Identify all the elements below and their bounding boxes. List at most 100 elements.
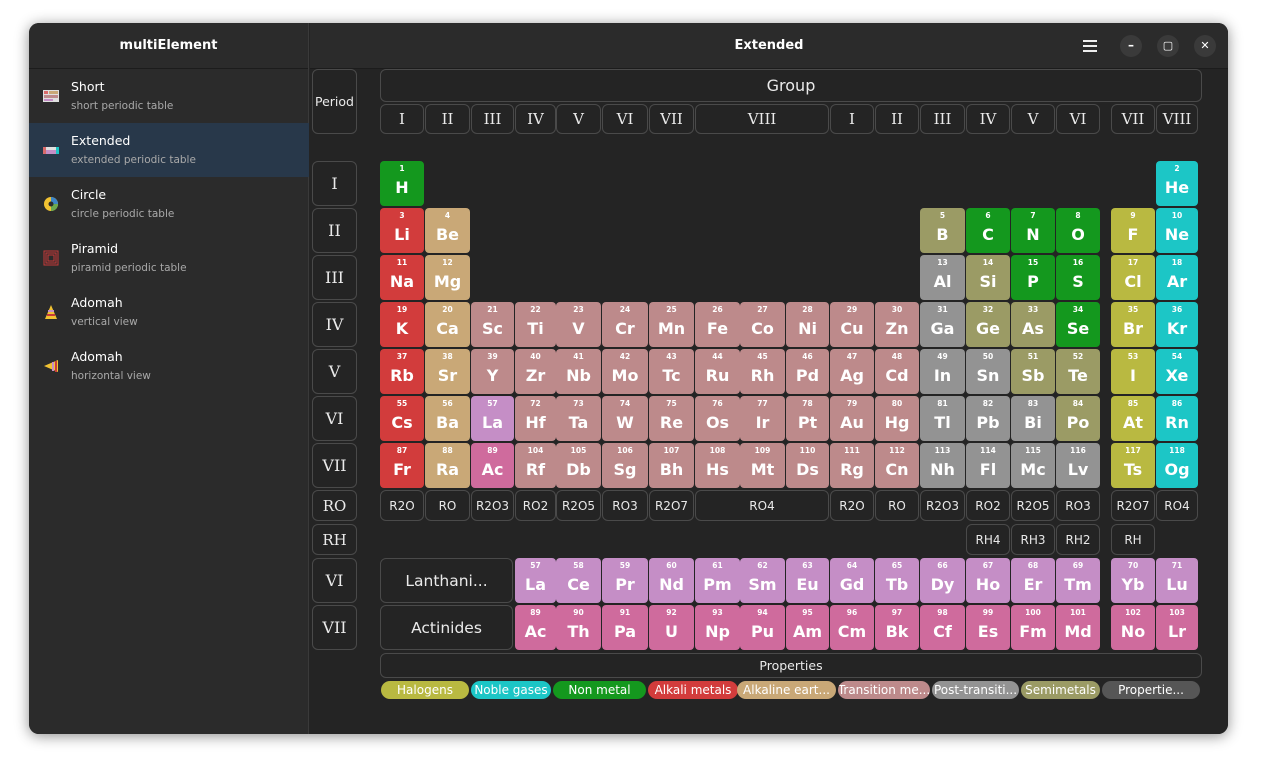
element-dy[interactable]: 66 Dy — [920, 558, 965, 603]
element-te[interactable]: 52 Te — [1056, 349, 1100, 394]
element-mt[interactable]: 109 Mt — [740, 443, 785, 488]
sidebar-item-piramid[interactable]: Piramid piramid periodic table — [29, 231, 309, 285]
element-rb[interactable]: 37 Rb — [380, 349, 424, 394]
element-sn[interactable]: 50 Sn — [966, 349, 1010, 394]
element-ne[interactable]: 10 Ne — [1156, 208, 1198, 253]
oxide-formula[interactable]: R2O — [380, 490, 424, 521]
element-sc[interactable]: 21 Sc — [471, 302, 514, 347]
element-ar[interactable]: 18 Ar — [1156, 255, 1198, 300]
element-br[interactable]: 35 Br — [1111, 302, 1155, 347]
hydride-formula[interactable]: RH — [1111, 524, 1155, 555]
element-cn[interactable]: 112 Cn — [875, 443, 919, 488]
oxide-formula[interactable]: RO4 — [695, 490, 829, 521]
element-pr[interactable]: 59 Pr — [602, 558, 648, 603]
element-ge[interactable]: 32 Ge — [966, 302, 1010, 347]
element-eu[interactable]: 63 Eu — [786, 558, 829, 603]
element-rg[interactable]: 111 Rg — [830, 443, 874, 488]
element-cm[interactable]: 96 Cm — [830, 605, 874, 650]
oxide-formula[interactable]: RO3 — [1056, 490, 1100, 521]
element-nd[interactable]: 60 Nd — [649, 558, 694, 603]
hydride-formula[interactable]: RH2 — [1056, 524, 1100, 555]
element-yb[interactable]: 70 Yb — [1111, 558, 1155, 603]
legend-transition-me[interactable]: Transition me... — [838, 681, 930, 699]
element-zn[interactable]: 30 Zn — [875, 302, 919, 347]
sidebar-item-adomah[interactable]: Adomah vertical view — [29, 285, 309, 339]
element-mg[interactable]: 12 Mg — [425, 255, 470, 300]
element-v[interactable]: 23 V — [556, 302, 601, 347]
sidebar-item-short[interactable]: Short short periodic table — [29, 69, 309, 123]
oxide-formula[interactable]: RO2 — [966, 490, 1010, 521]
oxide-formula[interactable]: RO — [875, 490, 919, 521]
element-h[interactable]: 1H — [380, 161, 424, 206]
element-cs[interactable]: 55 Cs — [380, 396, 424, 441]
legend-alkali-metals[interactable]: Alkali metals — [648, 681, 738, 699]
element-ac[interactable]: 89 Ac — [515, 605, 556, 650]
oxide-formula[interactable]: RO2 — [515, 490, 556, 521]
element-fl[interactable]: 114 Fl — [966, 443, 1010, 488]
element-bk[interactable]: 97 Bk — [875, 605, 919, 650]
oxide-formula[interactable]: R2O7 — [1111, 490, 1155, 521]
element-lv[interactable]: 116 Lv — [1056, 443, 1100, 488]
sidebar-item-extended[interactable]: Extended extended periodic table — [29, 123, 309, 177]
oxide-formula[interactable]: R2O7 — [649, 490, 694, 521]
menu-button[interactable] — [1080, 36, 1100, 56]
element-ts[interactable]: 117 Ts — [1111, 443, 1155, 488]
element-no[interactable]: 102 No — [1111, 605, 1155, 650]
element-mo[interactable]: 42 Mo — [602, 349, 648, 394]
element-ti[interactable]: 22 Ti — [515, 302, 556, 347]
element-si[interactable]: 14 Si — [966, 255, 1010, 300]
element-w[interactable]: 74 W — [602, 396, 648, 441]
element-os[interactable]: 76 Os — [695, 396, 740, 441]
element-tm[interactable]: 69 Tm — [1056, 558, 1100, 603]
element-pa[interactable]: 91 Pa — [602, 605, 648, 650]
element-po[interactable]: 84 Po — [1056, 396, 1100, 441]
element-sg[interactable]: 106 Sg — [602, 443, 648, 488]
element-n[interactable]: 7N — [1011, 208, 1055, 253]
element-np[interactable]: 93 Np — [695, 605, 740, 650]
element-be[interactable]: 4 Be — [425, 208, 470, 253]
element-bh[interactable]: 107 Bh — [649, 443, 694, 488]
element-xe[interactable]: 54 Xe — [1156, 349, 1198, 394]
element-na[interactable]: 11 Na — [380, 255, 424, 300]
element-ce[interactable]: 58 Ce — [556, 558, 601, 603]
element-o[interactable]: 8O — [1056, 208, 1100, 253]
element-hg[interactable]: 80 Hg — [875, 396, 919, 441]
element-pu[interactable]: 94 Pu — [740, 605, 785, 650]
element-pb[interactable]: 82 Pb — [966, 396, 1010, 441]
element-ac[interactable]: 89 Ac — [471, 443, 514, 488]
element-pm[interactable]: 61 Pm — [695, 558, 740, 603]
element-kr[interactable]: 36 Kr — [1156, 302, 1198, 347]
element-cf[interactable]: 98 Cf — [920, 605, 965, 650]
element-am[interactable]: 95 Am — [786, 605, 829, 650]
element-f[interactable]: 9F — [1111, 208, 1155, 253]
element-mn[interactable]: 25 Mn — [649, 302, 694, 347]
legend-semimetals[interactable]: Semimetals — [1021, 681, 1100, 699]
element-y[interactable]: 39 Y — [471, 349, 514, 394]
element-lu[interactable]: 71 Lu — [1156, 558, 1198, 603]
legend-non-metal[interactable]: Non metal — [553, 681, 646, 699]
legend-post-transiti[interactable]: Post-transiti... — [932, 681, 1019, 699]
element-rn[interactable]: 86 Rn — [1156, 396, 1198, 441]
element-ba[interactable]: 56 Ba — [425, 396, 470, 441]
close-button[interactable]: ✕ — [1194, 35, 1216, 57]
element-ir[interactable]: 77 Ir — [740, 396, 785, 441]
element-as[interactable]: 33 As — [1011, 302, 1055, 347]
oxide-formula[interactable]: RO3 — [602, 490, 648, 521]
element-ga[interactable]: 31 Ga — [920, 302, 965, 347]
oxide-formula[interactable]: R2O3 — [471, 490, 514, 521]
element-md[interactable]: 101 Md — [1056, 605, 1100, 650]
element-la[interactable]: 57 La — [471, 396, 514, 441]
element-rh[interactable]: 45 Rh — [740, 349, 785, 394]
legend-noble-gases[interactable]: Noble gases — [471, 681, 551, 699]
oxide-formula[interactable]: RO4 — [1156, 490, 1198, 521]
oxide-formula[interactable]: R2O — [830, 490, 874, 521]
element-b[interactable]: 5B — [920, 208, 965, 253]
element-p[interactable]: 15 P — [1011, 255, 1055, 300]
oxide-formula[interactable]: R2O5 — [1011, 490, 1055, 521]
oxide-formula[interactable]: R2O5 — [556, 490, 601, 521]
element-he[interactable]: 2 He — [1156, 161, 1198, 206]
legend-propertie[interactable]: Propertie... — [1102, 681, 1200, 699]
element-al[interactable]: 13 Al — [920, 255, 965, 300]
element-fr[interactable]: 87 Fr — [380, 443, 424, 488]
element-in[interactable]: 49 In — [920, 349, 965, 394]
